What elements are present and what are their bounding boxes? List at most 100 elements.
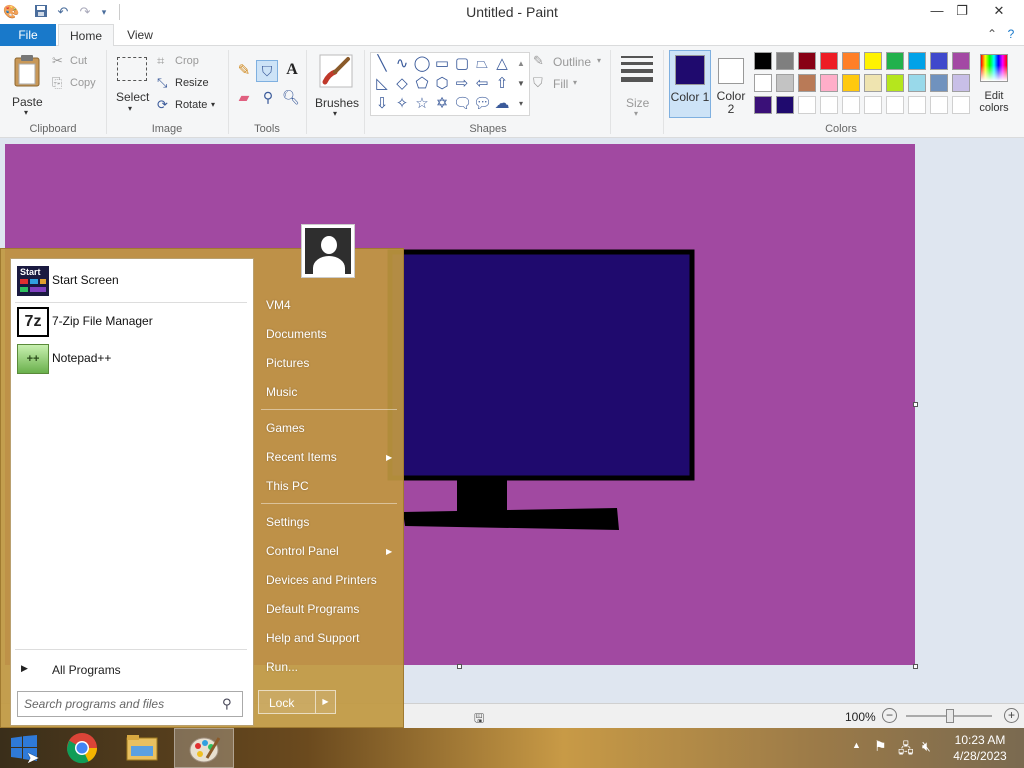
tab-home[interactable]: Home	[58, 24, 114, 47]
palette-swatch[interactable]	[952, 96, 970, 114]
shapes-expand[interactable]: ▾	[515, 95, 527, 113]
resize-button[interactable]: ⤡ Resize	[157, 76, 217, 92]
palette-swatch[interactable]	[754, 74, 772, 92]
user-avatar[interactable]	[301, 224, 355, 278]
edit-colors-button[interactable]: Edit colors	[974, 52, 1014, 116]
palette-swatch[interactable]	[842, 52, 860, 70]
start-menu-item-7zip[interactable]: 7z 7-Zip File Manager	[15, 304, 251, 340]
palette-swatch[interactable]	[776, 74, 794, 92]
taskbar-clock[interactable]: 10:23 AM 4/28/2023	[950, 732, 1010, 764]
right-arrow-shape-icon[interactable]: ⇨	[453, 75, 471, 93]
all-programs-button[interactable]: ▶ All Programs	[15, 659, 251, 681]
paint-app-icon[interactable]: 🎨	[3, 4, 19, 20]
collapse-ribbon-icon[interactable]: ⌃	[984, 26, 1000, 42]
four-point-star-shape-icon[interactable]: ✧	[393, 95, 411, 113]
start-button[interactable]: ➤	[0, 728, 50, 768]
lock-button[interactable]: Lock	[258, 690, 316, 714]
canvas-resize-handle-right[interactable]	[913, 402, 918, 407]
palette-swatch[interactable]	[886, 96, 904, 114]
close-icon[interactable]: ✕	[984, 0, 1014, 22]
help-icon[interactable]: ?	[1003, 26, 1019, 42]
left-arrow-shape-icon[interactable]: ⇦	[473, 75, 491, 93]
pencil-icon[interactable]: ✎	[235, 63, 253, 82]
save-icon[interactable]	[33, 4, 49, 20]
five-point-star-shape-icon[interactable]: ☆	[413, 95, 431, 113]
volume-muted-icon[interactable]: 🔇︎	[922, 738, 931, 755]
tab-view[interactable]: View	[118, 24, 162, 47]
start-menu-item-start-screen[interactable]: Start Start Screen	[15, 263, 251, 299]
copy-button[interactable]: ⎘ Copy	[52, 76, 104, 92]
paint-icon[interactable]	[174, 728, 234, 768]
palette-swatch[interactable]	[754, 52, 772, 70]
shapes-scroll-up[interactable]: ▲	[515, 55, 527, 73]
start-menu-link-pictures[interactable]: Pictures	[266, 356, 309, 370]
diamond-shape-icon[interactable]: ◇	[393, 75, 411, 93]
search-icon[interactable]: ⚲	[222, 696, 232, 712]
start-menu-link-this-pc[interactable]: This PC	[266, 479, 309, 493]
palette-swatch[interactable]	[864, 74, 882, 92]
paste-button[interactable]: Paste ▾	[8, 52, 46, 117]
select-button[interactable]: Select ▾	[113, 54, 151, 116]
color2-button[interactable]: Color 2	[713, 50, 749, 118]
start-menu-item-notepadpp[interactable]: ++ Notepad++	[15, 341, 251, 377]
start-menu-link-music[interactable]: Music	[266, 385, 297, 399]
text-tool-icon[interactable]: A	[283, 61, 301, 79]
color-picker-icon[interactable]: ⚲	[259, 90, 277, 108]
start-menu-link-run[interactable]: Run...	[266, 660, 298, 674]
magnifier-icon[interactable]: 🔍︎	[282, 90, 300, 108]
palette-swatch[interactable]	[886, 52, 904, 70]
start-search-input[interactable]	[24, 696, 214, 712]
right-triangle-shape-icon[interactable]: ◺	[373, 75, 391, 93]
palette-swatch[interactable]	[798, 52, 816, 70]
redo-icon[interactable]: ↷	[77, 4, 93, 20]
start-menu-link-settings[interactable]: Settings	[266, 515, 309, 529]
start-menu-link-devices[interactable]: Devices and Printers	[266, 573, 377, 587]
zoom-in-button[interactable]: +	[1004, 708, 1019, 723]
brushes-button[interactable]: Brushes ▾	[313, 52, 359, 118]
undo-icon[interactable]: ↶	[55, 4, 71, 20]
polygon-shape-icon[interactable]: ⏢	[473, 55, 491, 73]
down-arrow-shape-icon[interactable]: ⇩	[373, 95, 391, 113]
palette-swatch[interactable]	[754, 96, 772, 114]
shapes-scroll-down[interactable]: ▼	[515, 75, 527, 93]
action-center-flag-icon[interactable]: ⚑	[874, 738, 887, 755]
show-hidden-icons-icon[interactable]: ▲	[852, 740, 861, 750]
callout-oval-shape-icon[interactable]: 💬︎	[473, 95, 492, 113]
zoom-slider[interactable]	[906, 709, 992, 723]
rotate-button[interactable]: ⟳ Rotate ▾	[157, 98, 223, 114]
palette-swatch[interactable]	[820, 96, 838, 114]
rectangle-shape-icon[interactable]: ▭	[433, 55, 451, 73]
color1-button[interactable]: Color 1	[669, 50, 711, 118]
palette-swatch[interactable]	[842, 96, 860, 114]
fill-button[interactable]: ⛉ Fill ▾	[533, 76, 593, 92]
start-menu-link-help[interactable]: Help and Support	[266, 631, 359, 645]
fill-bucket-icon[interactable]: ⛉	[256, 60, 278, 82]
crop-button[interactable]: ⌗ Crop	[157, 54, 217, 70]
palette-swatch[interactable]	[798, 74, 816, 92]
callout-rect-shape-icon[interactable]: 🗨︎	[453, 95, 472, 113]
palette-swatch[interactable]	[908, 96, 926, 114]
start-menu-link-user[interactable]: VM4	[266, 298, 291, 312]
palette-swatch[interactable]	[820, 74, 838, 92]
palette-swatch[interactable]	[864, 96, 882, 114]
six-point-star-shape-icon[interactable]: ✡	[433, 95, 451, 113]
eraser-icon[interactable]: ▰	[235, 90, 253, 108]
oval-shape-icon[interactable]: ◯	[413, 55, 431, 73]
size-button[interactable]: Size ▾	[616, 52, 658, 118]
zoom-out-button[interactable]: −	[882, 708, 897, 723]
palette-swatch[interactable]	[864, 52, 882, 70]
start-menu-link-default-programs[interactable]: Default Programs	[266, 602, 359, 616]
canvas-resize-handle-bottom[interactable]	[457, 664, 462, 669]
network-icon[interactable]: 🖧︎	[898, 738, 914, 762]
file-explorer-icon[interactable]	[112, 728, 172, 768]
callout-cloud-shape-icon[interactable]: ☁	[493, 95, 511, 113]
pentagon-shape-icon[interactable]: ⬠	[413, 75, 431, 93]
cut-button[interactable]: ✂ Cut	[52, 54, 104, 70]
palette-swatch[interactable]	[952, 74, 970, 92]
canvas-resize-handle-corner[interactable]	[913, 664, 918, 669]
outline-button[interactable]: ✎ Outline ▾	[533, 54, 607, 70]
palette-swatch[interactable]	[930, 96, 948, 114]
curve-shape-icon[interactable]: ∿	[393, 55, 411, 73]
hexagon-shape-icon[interactable]: ⬡	[433, 75, 451, 93]
palette-swatch[interactable]	[886, 74, 904, 92]
